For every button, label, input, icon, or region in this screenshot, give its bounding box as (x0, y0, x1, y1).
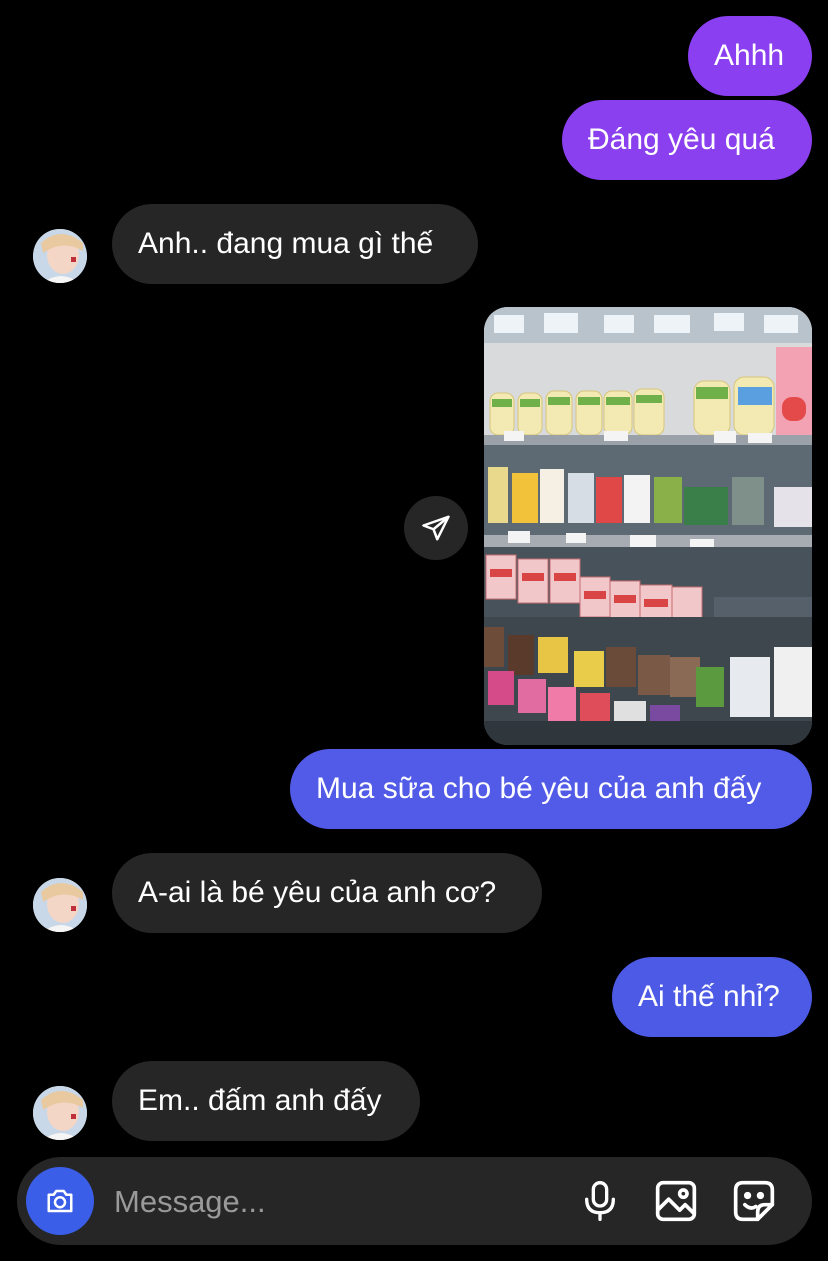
avatar[interactable] (33, 878, 87, 932)
microphone-button[interactable] (576, 1177, 624, 1225)
photo-message[interactable] (484, 307, 812, 745)
sticker-icon (733, 1180, 775, 1222)
message-text: Ai thế nhỉ? (638, 980, 780, 1013)
incoming-message[interactable]: A-ai là bé yêu của anh cơ? (112, 853, 542, 933)
sticker-button[interactable] (730, 1177, 778, 1225)
message-text: Anh.. đang mua gì thế (138, 227, 434, 260)
outgoing-message[interactable]: Đáng yêu quá (562, 100, 812, 180)
avatar[interactable] (33, 229, 87, 283)
send-icon (422, 515, 450, 541)
gallery-button[interactable] (652, 1177, 700, 1225)
microphone-icon (585, 1181, 615, 1221)
message-text: Ahhh (714, 39, 785, 72)
gallery-icon (655, 1180, 697, 1222)
outgoing-message[interactable]: Ai thế nhỉ? (612, 957, 812, 1037)
incoming-message[interactable]: Em.. đấm anh đấy (112, 1061, 420, 1141)
avatar[interactable] (33, 1086, 87, 1140)
outgoing-message[interactable]: Ahhh (688, 16, 812, 96)
outgoing-message[interactable]: Mua sữa cho bé yêu của anh đấy (290, 749, 812, 829)
camera-icon (47, 1189, 73, 1213)
message-composer (17, 1157, 812, 1245)
message-text: Đáng yêu quá (588, 123, 775, 156)
milk-shelf-photo (484, 307, 812, 745)
message-text: Mua sữa cho bé yêu của anh đấy (316, 772, 762, 805)
message-input[interactable] (112, 1171, 556, 1233)
incoming-message[interactable]: Anh.. đang mua gì thế (112, 204, 478, 284)
share-button[interactable] (404, 496, 468, 560)
message-text: A-ai là bé yêu của anh cơ? (138, 876, 497, 909)
camera-button[interactable] (26, 1167, 94, 1235)
message-text: Em.. đấm anh đấy (138, 1084, 382, 1117)
